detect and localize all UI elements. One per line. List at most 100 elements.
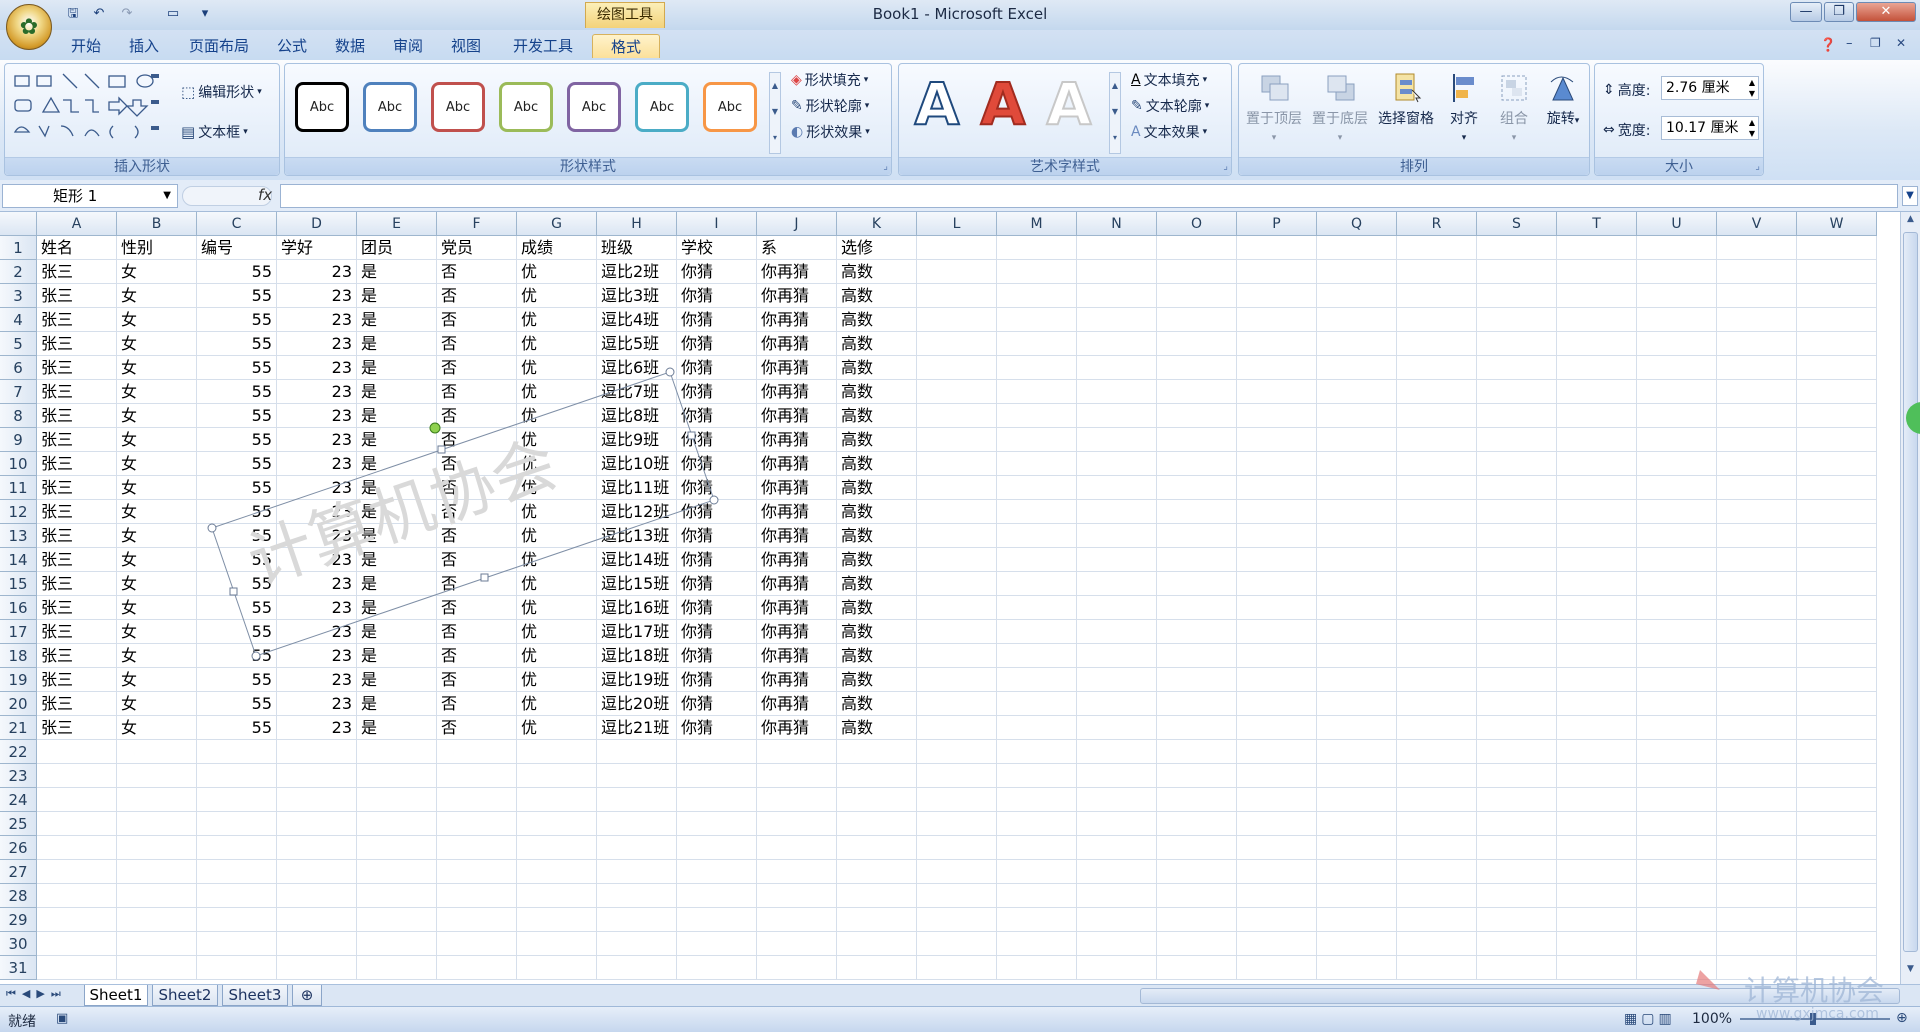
table-cell[interactable]: [1317, 740, 1397, 764]
table-cell[interactable]: [1077, 500, 1157, 524]
table-cell[interactable]: [1317, 764, 1397, 788]
column-header-S[interactable]: S: [1477, 212, 1557, 236]
table-cell[interactable]: 23: [277, 500, 357, 524]
shape-style-3[interactable]: Abc: [431, 82, 485, 132]
table-cell[interactable]: [437, 884, 517, 908]
table-cell[interactable]: [1477, 332, 1557, 356]
table-cell[interactable]: [917, 404, 997, 428]
table-cell[interactable]: [437, 956, 517, 980]
table-cell[interactable]: [1637, 836, 1717, 860]
table-cell[interactable]: [1557, 572, 1637, 596]
table-cell[interactable]: [1557, 860, 1637, 884]
table-cell[interactable]: [1237, 644, 1317, 668]
table-cell[interactable]: [277, 764, 357, 788]
table-cell[interactable]: [677, 812, 757, 836]
row-header[interactable]: 5: [0, 332, 37, 356]
table-cell[interactable]: [757, 932, 837, 956]
table-cell[interactable]: [1637, 428, 1717, 452]
table-cell[interactable]: 是: [357, 500, 437, 524]
row-header[interactable]: 9: [0, 428, 37, 452]
header-cell[interactable]: 团员: [357, 236, 437, 260]
table-cell[interactable]: [197, 908, 277, 932]
table-cell[interactable]: 你再猜: [757, 548, 837, 572]
header-cell[interactable]: 党员: [437, 236, 517, 260]
table-cell[interactable]: [1477, 668, 1557, 692]
table-cell[interactable]: [1157, 548, 1237, 572]
workbook-restore-icon[interactable]: ❐: [1870, 36, 1881, 50]
table-cell[interactable]: [917, 284, 997, 308]
row-header[interactable]: 17: [0, 620, 37, 644]
table-cell[interactable]: [117, 764, 197, 788]
column-header-E[interactable]: E: [357, 212, 437, 236]
sheet-tab-2[interactable]: Sheet2: [152, 985, 218, 1006]
table-cell[interactable]: 优: [517, 500, 597, 524]
formula-input[interactable]: [280, 184, 1898, 208]
table-cell[interactable]: [597, 932, 677, 956]
shape-effects-button[interactable]: ◐ 形状效果 ▾: [791, 122, 870, 142]
table-cell[interactable]: [1797, 260, 1877, 284]
table-cell[interactable]: 23: [277, 428, 357, 452]
table-cell[interactable]: 55: [197, 668, 277, 692]
table-cell[interactable]: [757, 836, 837, 860]
table-cell[interactable]: [1797, 764, 1877, 788]
table-cell[interactable]: 逗比16班: [597, 596, 677, 620]
row-header[interactable]: 1: [0, 236, 37, 260]
table-cell[interactable]: [1077, 260, 1157, 284]
column-header-J[interactable]: J: [757, 212, 837, 236]
dialog-launcher-icon[interactable]: ⌟: [883, 161, 888, 172]
header-cell[interactable]: 班级: [597, 236, 677, 260]
table-cell[interactable]: 优: [517, 452, 597, 476]
table-cell[interactable]: [117, 860, 197, 884]
table-cell[interactable]: [1157, 476, 1237, 500]
table-cell[interactable]: [1237, 548, 1317, 572]
table-cell[interactable]: [197, 884, 277, 908]
table-cell[interactable]: [357, 740, 437, 764]
table-cell[interactable]: [1637, 956, 1717, 980]
table-cell[interactable]: [1477, 716, 1557, 740]
table-cell[interactable]: [1237, 500, 1317, 524]
table-cell[interactable]: [1637, 548, 1717, 572]
table-cell[interactable]: [1397, 596, 1477, 620]
table-cell[interactable]: [277, 836, 357, 860]
table-cell[interactable]: 高数: [837, 260, 917, 284]
row-header[interactable]: 14: [0, 548, 37, 572]
table-cell[interactable]: [1077, 932, 1157, 956]
table-cell[interactable]: [437, 860, 517, 884]
table-cell[interactable]: [757, 956, 837, 980]
table-cell[interactable]: [1717, 740, 1797, 764]
header-cell[interactable]: 编号: [197, 236, 277, 260]
table-cell[interactable]: 你再猜: [757, 452, 837, 476]
table-cell[interactable]: [1717, 452, 1797, 476]
table-cell[interactable]: [1077, 884, 1157, 908]
table-cell[interactable]: 逗比2班: [597, 260, 677, 284]
table-cell[interactable]: 逗比7班: [597, 380, 677, 404]
table-cell[interactable]: [1157, 524, 1237, 548]
table-cell[interactable]: [1237, 332, 1317, 356]
table-cell[interactable]: [1717, 668, 1797, 692]
table-cell[interactable]: [1317, 908, 1397, 932]
header-cell[interactable]: 性别: [117, 236, 197, 260]
rotate-button[interactable]: 旋转▾: [1539, 66, 1587, 154]
width-input[interactable]: 10.17 厘米 ▲ ▼: [1661, 116, 1759, 140]
table-cell[interactable]: [997, 524, 1077, 548]
table-cell[interactable]: [1157, 812, 1237, 836]
table-cell[interactable]: 优: [517, 620, 597, 644]
table-cell[interactable]: [597, 764, 677, 788]
table-cell[interactable]: [1797, 932, 1877, 956]
table-cell[interactable]: [1237, 932, 1317, 956]
column-header-M[interactable]: M: [997, 212, 1077, 236]
table-cell[interactable]: 你猜: [677, 668, 757, 692]
insert-sheet-button[interactable]: ⊕: [292, 985, 322, 1006]
table-cell[interactable]: [37, 764, 117, 788]
table-cell[interactable]: [1637, 932, 1717, 956]
table-cell[interactable]: [1157, 596, 1237, 620]
table-cell[interactable]: [357, 908, 437, 932]
table-cell[interactable]: [837, 932, 917, 956]
table-cell[interactable]: [917, 788, 997, 812]
column-header-V[interactable]: V: [1717, 212, 1797, 236]
table-cell[interactable]: [1317, 284, 1397, 308]
table-cell[interactable]: [1077, 740, 1157, 764]
table-cell[interactable]: 55: [197, 284, 277, 308]
table-cell[interactable]: 55: [197, 500, 277, 524]
table-cell[interactable]: [1557, 788, 1637, 812]
